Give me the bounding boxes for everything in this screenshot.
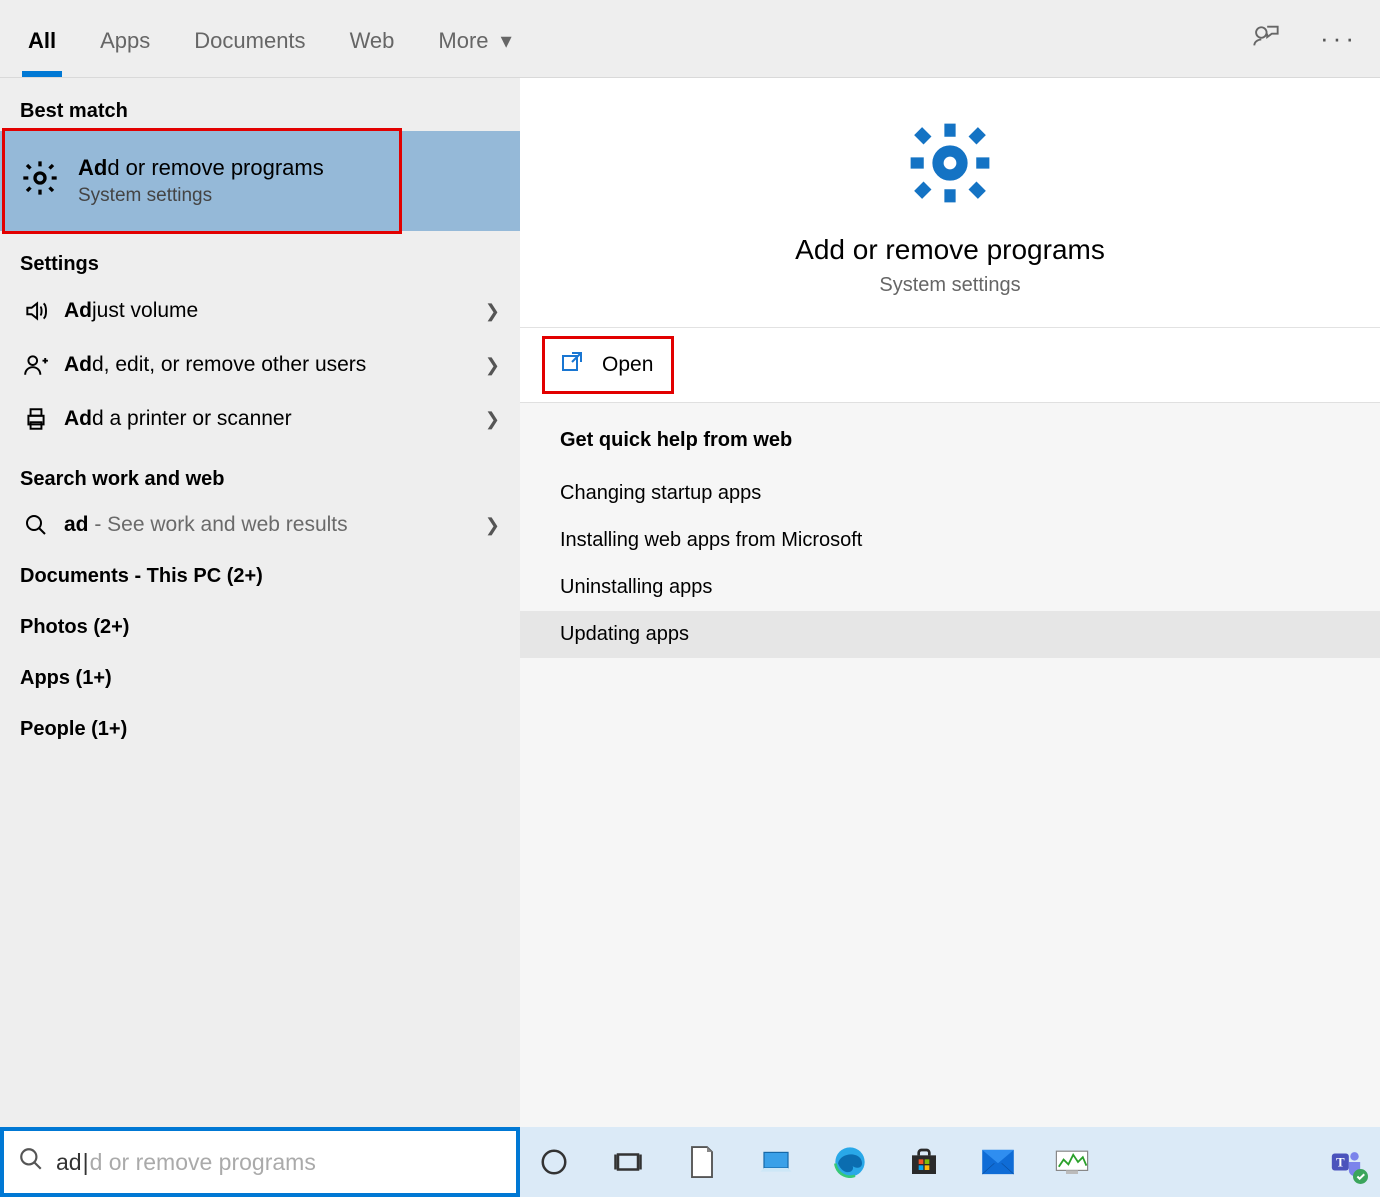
more-options-icon[interactable]: ··· (1320, 23, 1358, 54)
search-icon (20, 513, 52, 537)
settings-item-label: Add a printer or scanner (64, 407, 485, 431)
help-link-uninstall[interactable]: Uninstalling apps (560, 564, 1340, 611)
quick-help-header: Get quick help from web (560, 429, 1340, 452)
laptop-icon[interactable] (756, 1142, 796, 1182)
section-search-work-web: Search work and web (0, 446, 520, 499)
chevron-right-icon: ❯ (485, 355, 500, 376)
tab-more-label: More (438, 28, 488, 53)
tab-apps[interactable]: Apps (94, 2, 156, 76)
mail-icon[interactable] (978, 1142, 1018, 1182)
search-tabbar: All Apps Documents Web More ▾ ··· (0, 0, 1380, 78)
tab-more[interactable]: More ▾ (432, 2, 517, 76)
search-icon (18, 1146, 44, 1178)
open-external-icon (560, 350, 584, 380)
best-match-result[interactable]: Add or remove programs System settings (0, 131, 520, 231)
taskbar: T (520, 1127, 1380, 1197)
web-search-item[interactable]: ad - See work and web results ❯ (0, 499, 520, 551)
chevron-right-icon: ❯ (485, 515, 500, 536)
settings-item-label: Adjust volume (64, 299, 485, 323)
help-link-startup[interactable]: Changing startup apps (560, 470, 1340, 517)
category-photos[interactable]: Photos (2+) (0, 602, 520, 653)
detail-header: Add or remove programs System settings (520, 78, 1380, 328)
tab-all[interactable]: All (22, 2, 62, 76)
chevron-right-icon: ❯ (485, 301, 500, 322)
cortana-icon[interactable] (534, 1142, 574, 1182)
settings-item-label: Add, edit, or remove other users (64, 353, 485, 377)
category-documents[interactable]: Documents - This PC (2+) (0, 551, 520, 602)
open-action[interactable]: Open (520, 328, 1380, 403)
edge-icon[interactable] (830, 1142, 870, 1182)
feedback-icon[interactable] (1252, 22, 1280, 56)
best-match-subtitle: System settings (78, 185, 324, 207)
tab-documents[interactable]: Documents (188, 2, 311, 76)
detail-title: Add or remove programs (550, 234, 1350, 266)
svg-text:T: T (1336, 1155, 1345, 1169)
open-label: Open (602, 353, 653, 377)
libreoffice-icon[interactable] (682, 1142, 722, 1182)
teams-icon[interactable]: T (1326, 1142, 1366, 1182)
settings-item-adjust-volume[interactable]: Adjust volume ❯ (0, 284, 520, 338)
printer-icon (20, 406, 52, 432)
settings-item-users[interactable]: Add, edit, or remove other users ❯ (0, 338, 520, 392)
search-typed: ad (56, 1149, 82, 1176)
search-ghost: d or remove programs (90, 1149, 316, 1176)
chevron-down-icon: ▾ (501, 28, 512, 53)
results-panel: Best match Add or remove programs System… (0, 78, 520, 1127)
gear-icon (905, 191, 995, 213)
text-cursor: | (83, 1149, 89, 1176)
gear-icon (20, 158, 60, 204)
best-match-title: Add or remove programs (78, 155, 324, 181)
user-plus-icon (20, 352, 52, 378)
task-view-icon[interactable] (608, 1142, 648, 1182)
monitor-app-icon[interactable] (1052, 1142, 1092, 1182)
detail-panel: Add or remove programs System settings O… (520, 78, 1380, 1127)
search-input[interactable]: ad|d or remove programs (0, 1127, 520, 1197)
help-link-webapps[interactable]: Installing web apps from Microsoft (560, 517, 1340, 564)
bottom-bar: ad|d or remove programs T (0, 1127, 1380, 1197)
detail-subtitle: System settings (550, 274, 1350, 297)
settings-item-printer[interactable]: Add a printer or scanner ❯ (0, 392, 520, 446)
category-people[interactable]: People (1+) (0, 704, 520, 755)
section-best-match: Best match (0, 78, 520, 131)
web-search-label: ad - See work and web results (64, 513, 485, 537)
quick-help-section: Get quick help from web Changing startup… (520, 403, 1380, 684)
volume-icon (20, 298, 52, 324)
category-apps[interactable]: Apps (1+) (0, 653, 520, 704)
help-link-updating[interactable]: Updating apps (520, 611, 1380, 658)
section-settings: Settings (0, 231, 520, 284)
tab-web[interactable]: Web (344, 2, 401, 76)
chevron-right-icon: ❯ (485, 409, 500, 430)
store-icon[interactable] (904, 1142, 944, 1182)
